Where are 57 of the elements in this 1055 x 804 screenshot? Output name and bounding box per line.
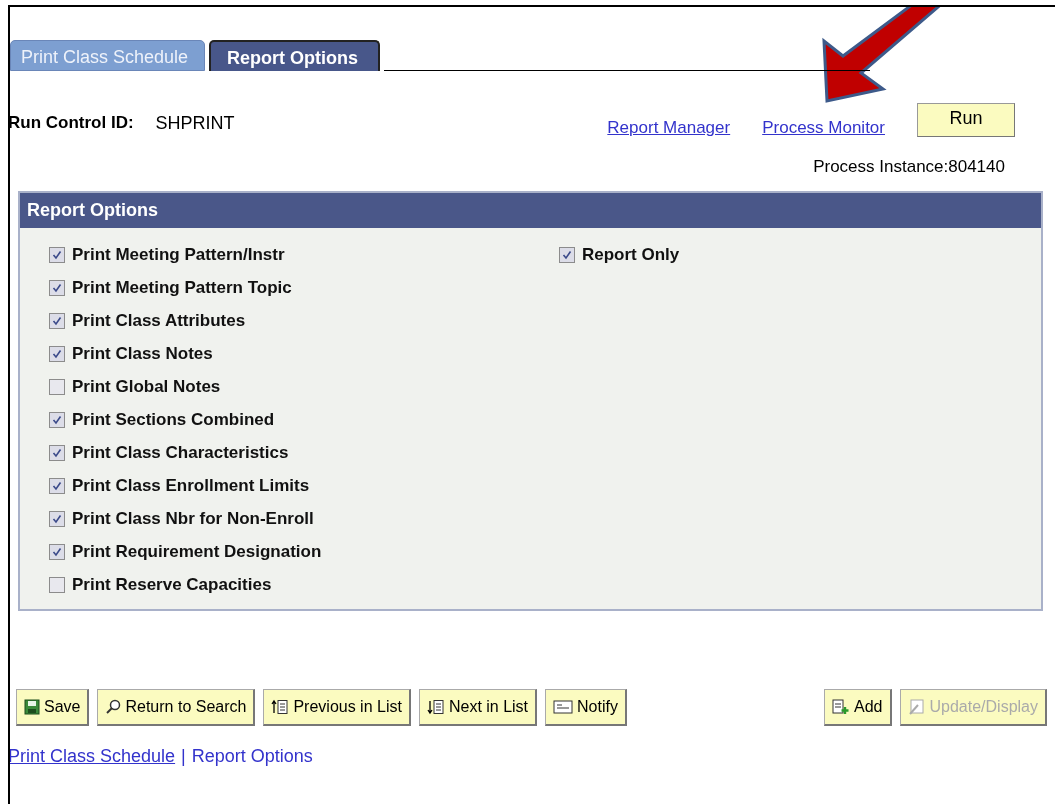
checkbox-label: Print Sections Combined	[72, 409, 275, 430]
toolbar-button[interactable]: Save	[16, 689, 90, 726]
check-mark-icon	[52, 447, 62, 458]
checkbox[interactable]	[559, 246, 575, 263]
checkbox[interactable]	[49, 477, 65, 494]
panel-header: Report Options	[20, 193, 1041, 228]
check-mark-icon	[52, 249, 62, 260]
checkbox-label: Print Class Nbr for Non-Enroll	[72, 508, 314, 529]
magnifier-icon	[105, 699, 122, 715]
checkbox[interactable]	[49, 444, 65, 461]
footer-link[interactable]: Report Options	[191, 746, 313, 767]
checkbox-label: Print Requirement Designation	[72, 541, 322, 562]
checkbox-label: Print Class Characteristics	[72, 442, 289, 463]
toolbar-button[interactable]: Add	[824, 689, 892, 726]
check-mark-icon	[562, 249, 572, 260]
checkbox[interactable]	[49, 510, 65, 527]
check-mark-icon	[52, 315, 62, 326]
check-mark-icon	[52, 546, 62, 557]
toolbar-button[interactable]: Notify	[545, 689, 627, 726]
check-mark-icon	[52, 480, 62, 491]
checkbox[interactable]	[49, 279, 65, 296]
process-instance: Process Instance:804140	[813, 156, 1005, 178]
run-control-value: SHPRINT	[155, 112, 235, 134]
checkbox[interactable]	[49, 378, 65, 395]
document-pencil-icon	[907, 699, 926, 715]
toolbar-button[interactable]: Return to Search	[97, 689, 256, 726]
checkbox-label: Print Reserve Capacities	[72, 574, 272, 595]
check-mark-icon	[52, 348, 62, 359]
checkbox[interactable]	[49, 345, 65, 362]
up-arrow-list-icon	[271, 699, 290, 715]
checkbox-label: Print Meeting Pattern/Instr	[72, 244, 285, 265]
checkbox-label: Print Class Attributes	[72, 310, 246, 331]
checkbox-label: Print Class Enrollment Limits	[72, 475, 310, 496]
checkbox[interactable]	[49, 543, 65, 560]
run-button[interactable]: Run	[917, 103, 1015, 137]
note-icon	[553, 699, 574, 715]
run-control-label: Run Control ID:	[10, 113, 134, 133]
tab[interactable]: Report Options	[209, 40, 381, 71]
toolbar-button[interactable]: Next in List	[418, 689, 538, 726]
checkbox[interactable]	[49, 246, 65, 263]
down-arrow-list-icon	[426, 699, 445, 715]
link[interactable]: Report Manager	[607, 118, 731, 138]
checkbox[interactable]	[49, 312, 65, 329]
checkbox-label: Print Meeting Pattern Topic	[72, 277, 292, 298]
checkbox[interactable]	[49, 411, 65, 428]
checkbox[interactable]	[49, 576, 65, 593]
checkbox-label: Report Only	[582, 244, 680, 265]
check-mark-icon	[52, 282, 62, 293]
separator: |	[181, 746, 186, 767]
toolbar-button[interactable]: Previous in List	[263, 689, 411, 726]
check-mark-icon	[52, 414, 62, 425]
checkbox-label: Print Class Notes	[72, 343, 213, 364]
add-document-icon	[832, 699, 851, 715]
footer-link[interactable]: Print Class Schedule	[10, 746, 176, 767]
link[interactable]: Process Monitor	[762, 118, 885, 138]
check-mark-icon	[52, 513, 62, 524]
checkbox-label: Print Global Notes	[72, 376, 221, 397]
